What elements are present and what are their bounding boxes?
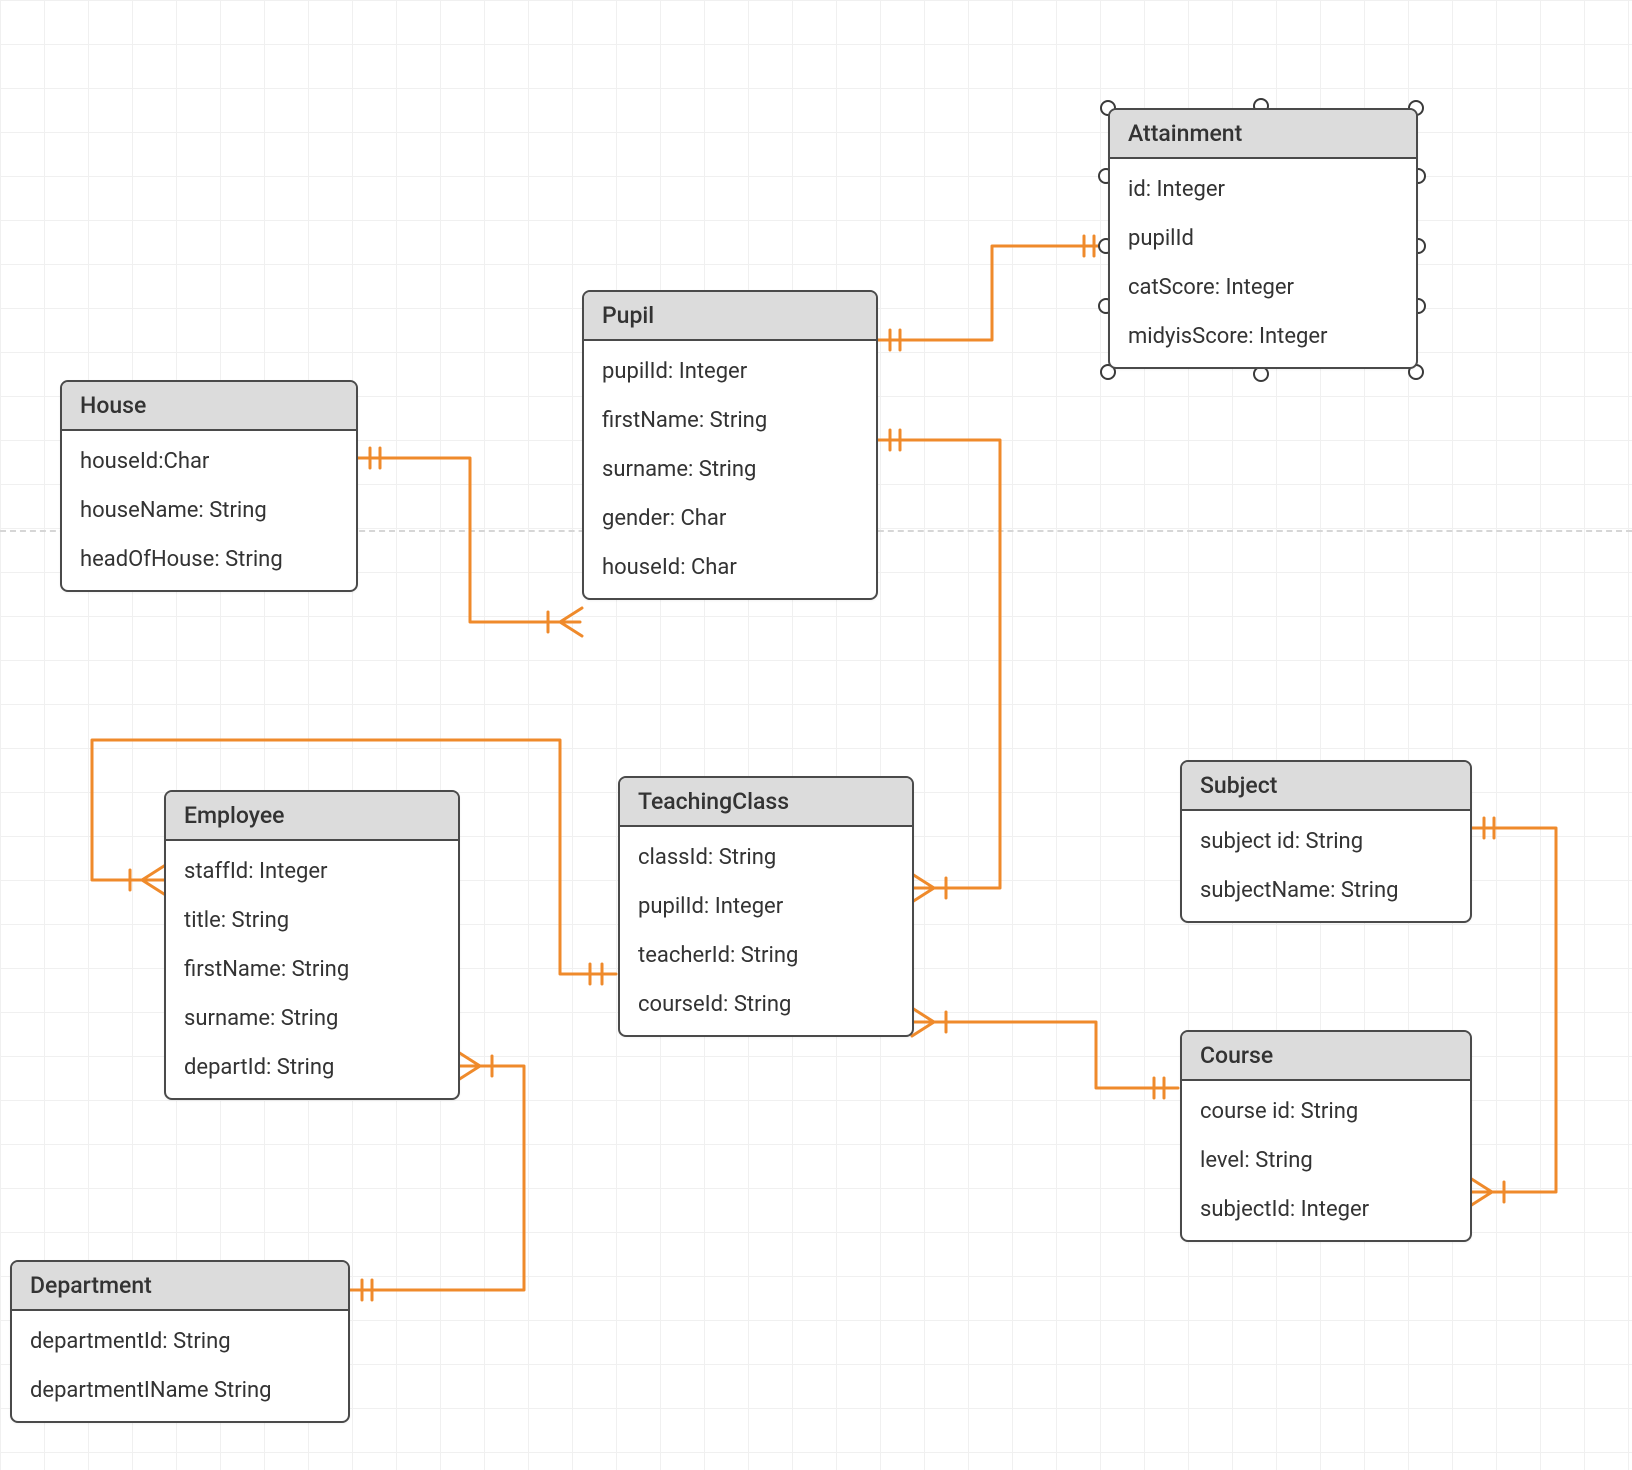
entity-attr: departmentId: String	[12, 1317, 348, 1366]
entity-title: Pupil	[584, 292, 876, 341]
entity-attr: catScore: Integer	[1110, 263, 1416, 312]
entity-attr: subjectId: Integer	[1182, 1185, 1470, 1234]
entity-attr: pupilId	[1110, 214, 1416, 263]
entity-attrs: staffId: Integertitle: StringfirstName: …	[166, 841, 458, 1098]
entity-attr: headOfHouse: String	[62, 535, 356, 584]
entity-title: Attainment	[1110, 110, 1416, 159]
entity-attrs: id: IntegerpupilIdcatScore: Integermidyi…	[1110, 159, 1416, 367]
entity-attr: midyisScore: Integer	[1110, 312, 1416, 361]
entity-employee[interactable]: EmployeestaffId: Integertitle: Stringfir…	[164, 790, 460, 1100]
entity-attrs: departmentId: StringdepartmentIName Stri…	[12, 1311, 348, 1421]
entity-attr: courseId: String	[620, 980, 912, 1029]
entity-title: Department	[12, 1262, 348, 1311]
entity-attrs: pupilId: IntegerfirstName: Stringsurname…	[584, 341, 876, 598]
entity-title: TeachingClass	[620, 778, 912, 827]
rel-course-teachingclass	[912, 1022, 1178, 1088]
entity-title: Course	[1182, 1032, 1470, 1081]
entity-attr: pupilId: Integer	[584, 347, 876, 396]
entity-attr: departId: String	[166, 1043, 458, 1092]
entity-attr: firstName: String	[166, 945, 458, 994]
entity-attr: id: Integer	[1110, 165, 1416, 214]
entity-attrs: classId: StringpupilId: IntegerteacherId…	[620, 827, 912, 1035]
entity-pupil[interactable]: PupilpupilId: IntegerfirstName: Stringsu…	[582, 290, 878, 600]
entity-attr: houseName: String	[62, 486, 356, 535]
entity-attrs: course id: Stringlevel: StringsubjectId:…	[1182, 1081, 1470, 1240]
entity-attr: houseId:Char	[62, 437, 356, 486]
entity-attr: surname: String	[166, 994, 458, 1043]
entity-teachingclass[interactable]: TeachingClassclassId: StringpupilId: Int…	[618, 776, 914, 1037]
entity-attr: pupilId: Integer	[620, 882, 912, 931]
entity-attrs: subject id: StringsubjectName: String	[1182, 811, 1470, 921]
entity-attrs: houseId:CharhouseName: StringheadOfHouse…	[62, 431, 356, 590]
entity-title: Subject	[1182, 762, 1470, 811]
rel-house-pupil	[356, 458, 580, 622]
diagram-canvas[interactable]: HousehouseId:CharhouseName: StringheadOf…	[0, 0, 1632, 1470]
entity-attr: subjectName: String	[1182, 866, 1470, 915]
entity-attr: firstName: String	[584, 396, 876, 445]
entity-attr: subject id: String	[1182, 817, 1470, 866]
entity-attr: classId: String	[620, 833, 912, 882]
rel-subject-course	[1470, 828, 1556, 1192]
entity-house[interactable]: HousehouseId:CharhouseName: StringheadOf…	[60, 380, 358, 592]
entity-attr: teacherId: String	[620, 931, 912, 980]
entity-course[interactable]: Coursecourse id: Stringlevel: Stringsubj…	[1180, 1030, 1472, 1242]
entity-attr: level: String	[1182, 1136, 1470, 1185]
entity-attr: course id: String	[1182, 1087, 1470, 1136]
entity-attr: departmentIName String	[12, 1366, 348, 1415]
entity-title: Employee	[166, 792, 458, 841]
entity-attainment[interactable]: Attainmentid: IntegerpupilIdcatScore: In…	[1108, 108, 1418, 369]
entity-attr: houseId: Char	[584, 543, 876, 592]
rel-pupil-attainment	[876, 246, 1106, 340]
entity-title: House	[62, 382, 356, 431]
entity-department[interactable]: DepartmentdepartmentId: Stringdepartment…	[10, 1260, 350, 1423]
entity-attr: staffId: Integer	[166, 847, 458, 896]
entity-attr: gender: Char	[584, 494, 876, 543]
entity-subject[interactable]: Subjectsubject id: StringsubjectName: St…	[1180, 760, 1472, 923]
entity-attr: surname: String	[584, 445, 876, 494]
entity-attr: title: String	[166, 896, 458, 945]
